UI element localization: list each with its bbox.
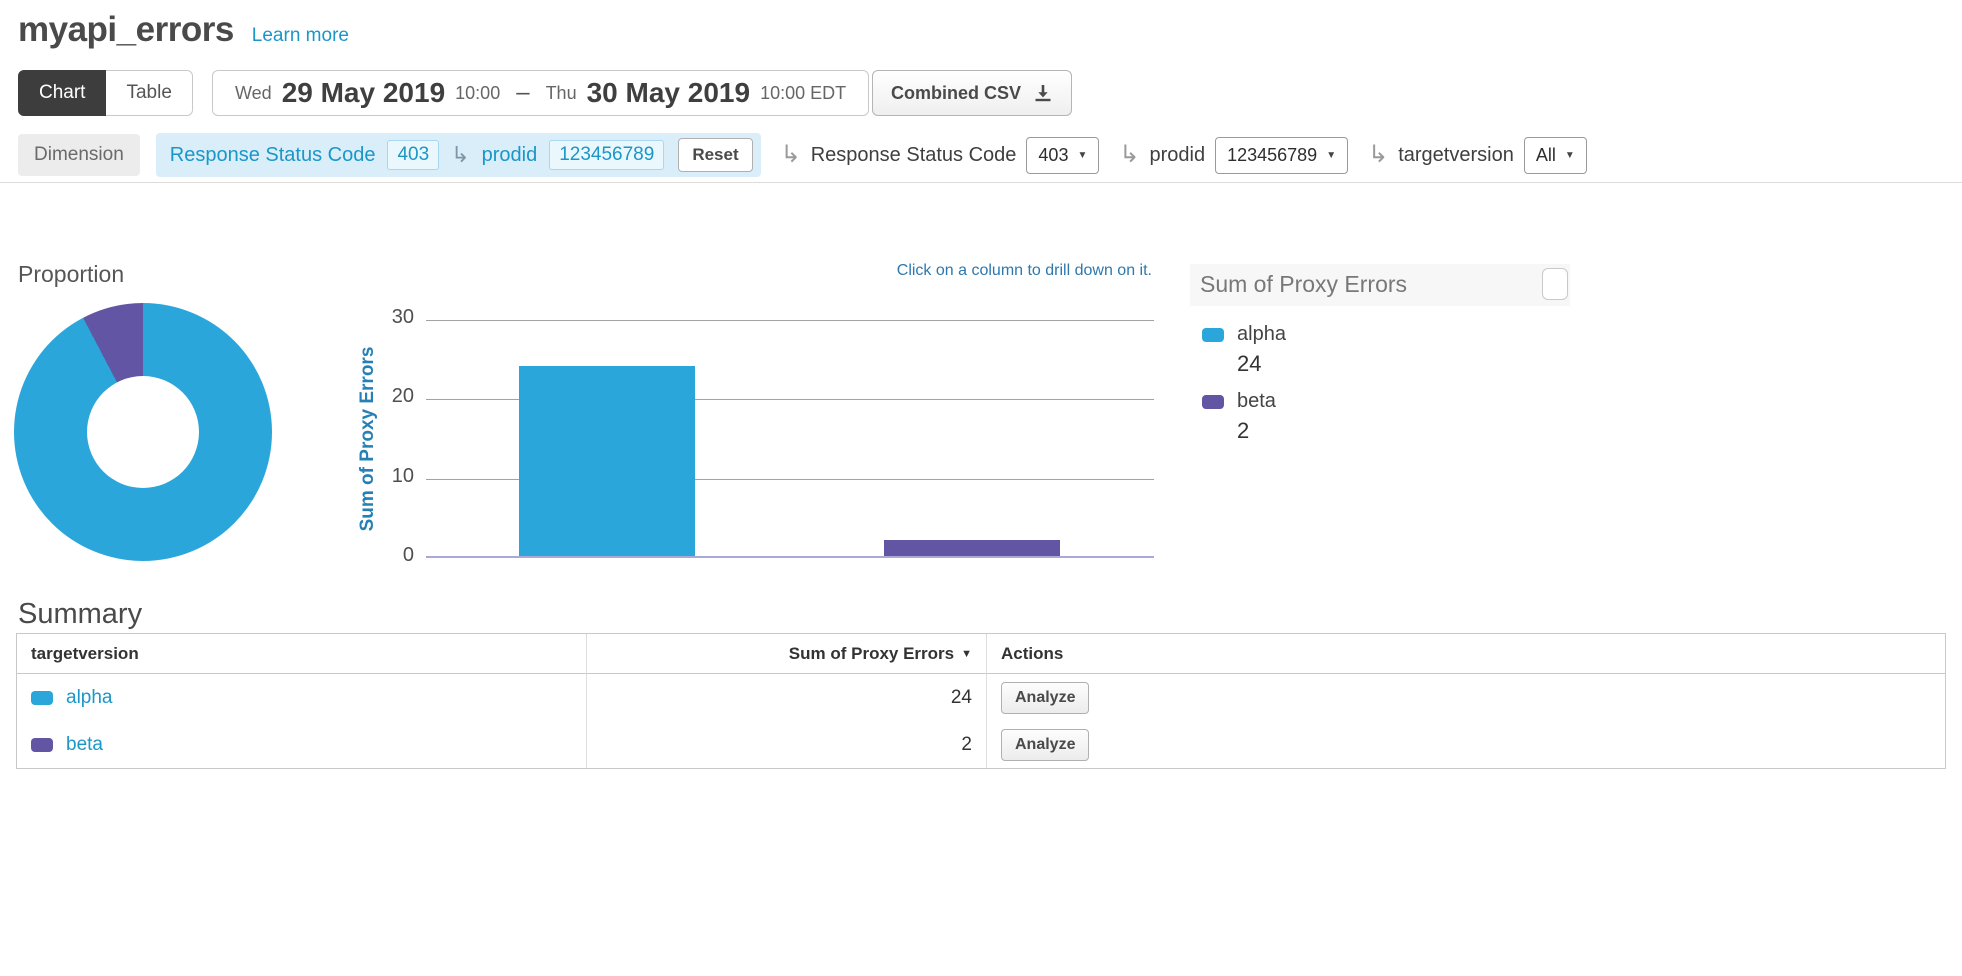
drilldown-group-targetversion: ↳ targetversion All ▼ [1368,137,1587,174]
bar-beta[interactable] [884,540,1060,556]
legend-title: Sum of Proxy Errors [1200,271,1407,298]
date-range-separator: – [510,79,535,107]
date-start-date: 29 May 2019 [282,77,445,109]
panel-handle[interactable] [1542,268,1568,300]
date-end-time: 10:00 EDT [760,83,846,104]
dimension-bar: Dimension Response Status Code 403 ↳ pro… [18,132,1587,178]
column-header-metric[interactable]: Sum of Proxy Errors ▼ [587,634,987,674]
drilldown-group-prodid: ↳ prodid 123456789 ▼ [1119,137,1348,174]
legend-header: Sum of Proxy Errors [1190,264,1570,306]
gridline [426,320,1154,321]
y-tick-label: 10 [370,465,414,488]
drilldown-select-response-status-code[interactable]: 403 ▼ [1026,137,1099,174]
donut-hole [87,376,199,488]
caret-down-icon: ▼ [1326,150,1336,161]
legend-items: alpha 24 beta 2 [1190,318,1570,452]
drilldown-arrow-icon: ↳ [1119,143,1139,167]
view-toggle: Chart Table [18,70,193,116]
table-cell-dimension: beta [17,721,587,768]
drilldown-arrow-icon: ↳ [781,143,801,167]
legend-value: 24 [1190,349,1570,385]
reset-button[interactable]: Reset [678,138,752,172]
y-tick-label: 20 [370,385,414,408]
drilldown-selected-value: 403 [1038,145,1068,166]
dimension-link-alpha[interactable]: alpha [66,687,113,709]
y-tick-label: 30 [370,306,414,329]
drilldown-selected-value: All [1536,145,1556,166]
summary-table: targetversion Sum of Proxy Errors ▼ Acti… [16,633,1946,769]
alpha-swatch [31,691,53,705]
tab-table[interactable]: Table [106,70,192,116]
filter-breadcrumb: Response Status Code 403 ↳ prodid 123456… [156,133,761,177]
legend-panel: Sum of Proxy Errors alpha 24 beta 2 [1190,264,1570,452]
metric-header-label: Sum of Proxy Errors [789,644,954,664]
dimension-link-beta[interactable]: beta [66,734,103,756]
drilldown-hint: Click on a column to drill down on it. [897,262,1152,280]
date-start-day: Wed [235,83,272,104]
drilldown-name: Response Status Code [811,144,1017,167]
analytics-dashboard: myapi_errors Learn more Chart Table Wed … [0,0,1962,976]
combined-csv-button[interactable]: Combined CSV [872,70,1072,116]
column-header-actions: Actions [987,634,1945,674]
caret-down-icon: ▼ [1077,150,1087,161]
page-header: myapi_errors Learn more [18,10,349,50]
beta-swatch [1202,395,1224,409]
beta-swatch [31,738,53,752]
legend-value: 2 [1190,416,1570,452]
date-end-date: 30 May 2019 [587,77,750,109]
filter-value-badge: 403 [387,140,439,170]
filter-value-badge: 123456789 [549,140,664,170]
bar-chart [426,320,1154,558]
combined-csv-label: Combined CSV [891,83,1021,104]
page-title: myapi_errors [18,10,234,50]
toolbar: Chart Table Wed 29 May 2019 10:00 – Thu … [0,70,1962,116]
drilldown-arrow-icon: ↳ [1368,143,1388,167]
drilldown-name: prodid [1149,144,1205,167]
table-cell-actions: Analyze [987,674,1945,721]
drilldown-group-response-status-code: ↳ Response Status Code 403 ▼ [781,137,1100,174]
date-end-day: Thu [546,83,577,104]
caret-down-icon: ▼ [1565,150,1575,161]
drilldown-arrow-icon: ↳ [451,144,469,166]
proportion-label: Proportion [18,261,124,288]
table-cell-value: 24 [587,674,987,721]
bar-alpha[interactable] [519,366,695,556]
learn-more-link[interactable]: Learn more [252,25,349,47]
drilldown-select-prodid[interactable]: 123456789 ▼ [1215,137,1348,174]
date-range-picker[interactable]: Wed 29 May 2019 10:00 – Thu 30 May 2019 … [212,70,869,116]
y-tick-label: 0 [370,544,414,567]
filter-name: prodid [482,144,538,167]
table-cell-dimension: alpha [17,674,587,721]
column-header-targetversion: targetversion [17,634,587,674]
dimension-label: Dimension [18,134,140,176]
drilldown-select-targetversion[interactable]: All ▼ [1524,137,1587,174]
table-cell-actions: Analyze [987,721,1945,768]
legend-label: alpha [1237,323,1286,346]
tab-chart[interactable]: Chart [18,70,106,116]
alpha-swatch [1202,328,1224,342]
analyze-button-beta[interactable]: Analyze [1001,729,1089,761]
legend-item: alpha [1190,318,1570,349]
drilldown-selected-value: 123456789 [1227,145,1317,166]
summary-title: Summary [18,598,142,631]
download-icon [1033,83,1053,103]
y-axis-label: Sum of Proxy Errors [357,347,379,532]
legend-item: beta [1190,385,1570,416]
drilldown-name: targetversion [1398,144,1514,167]
proportion-donut-chart [14,303,272,561]
date-start-time: 10:00 [455,83,500,104]
sort-desc-icon: ▼ [961,648,972,660]
filter-name: Response Status Code [170,144,376,167]
section-divider [0,182,1962,183]
legend-label: beta [1237,390,1276,413]
table-cell-value: 2 [587,721,987,768]
analyze-button-alpha[interactable]: Analyze [1001,682,1089,714]
x-axis-line [426,556,1154,558]
